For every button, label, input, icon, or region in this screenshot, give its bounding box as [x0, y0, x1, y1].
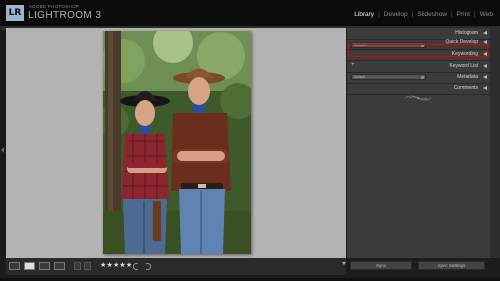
loupe-view[interactable] — [6, 28, 346, 258]
add-keyword-icon[interactable]: + — [351, 62, 355, 68]
compare-view-icon[interactable] — [39, 262, 50, 270]
star-rating[interactable]: ★★★★★ — [100, 261, 132, 269]
panel-end-ornament-icon — [404, 95, 432, 101]
rotate-left-icon[interactable] — [131, 262, 140, 271]
module-slideshow[interactable]: Slideshow — [416, 11, 448, 18]
panel-keyword-list-label: Keyword List — [449, 63, 478, 69]
module-separator: | — [378, 11, 380, 18]
module-develop[interactable]: Develop — [383, 11, 409, 18]
panel-keywording[interactable]: Keywording — [347, 49, 490, 60]
sync-settings-button[interactable]: Sync Settings — [418, 261, 485, 270]
panel-keywording-label: Keywording — [451, 51, 478, 57]
collapse-triangle-icon — [483, 64, 487, 68]
app-subtitle: ADOBE PHOTOSHOP — [29, 4, 80, 9]
module-separator: | — [474, 11, 476, 18]
collapse-triangle-icon — [483, 31, 487, 35]
toolbar-content-dropdown-icon[interactable] — [342, 262, 346, 265]
module-print[interactable]: Print — [456, 11, 471, 18]
left-panel-toggle-icon[interactable] — [1, 147, 4, 153]
sync-button[interactable]: Sync — [350, 261, 412, 270]
photo-image — [103, 31, 251, 254]
panel-comments-label: Comments — [453, 85, 478, 91]
survey-view-icon[interactable] — [54, 262, 65, 270]
grid-view-icon[interactable] — [9, 262, 20, 270]
reject-flag-icon[interactable] — [84, 262, 91, 270]
right-panel-scrollbar[interactable] — [490, 28, 500, 258]
top-header: LR ADOBE PHOTOSHOP LIGHTROOM 3 Library |… — [0, 0, 500, 26]
app-title: LIGHTROOM 3 — [28, 10, 102, 21]
view-toolbar: ★★★★★ — [6, 258, 346, 275]
panel-comments[interactable]: Comments — [347, 83, 490, 94]
loupe-view-icon[interactable] — [24, 262, 35, 270]
panel-metadata-label: Metadata — [457, 74, 478, 80]
panel-keyword-list[interactable]: + Keyword List — [347, 61, 490, 72]
sync-controls: Sync Sync Settings — [350, 261, 485, 272]
module-separator: | — [411, 11, 414, 18]
rotate-right-icon[interactable] — [144, 262, 153, 271]
module-separator: | — [450, 11, 453, 18]
collapse-triangle-icon — [483, 40, 487, 44]
collapse-triangle-icon — [483, 75, 487, 79]
collapse-triangle-icon — [483, 52, 487, 56]
panel-quick-develop[interactable]: Quick Develop — [347, 37, 490, 48]
flag-icon[interactable] — [74, 262, 81, 270]
panel-quick-develop-label: Quick Develop — [445, 39, 478, 45]
panel-histogram-label: Histogram — [455, 30, 478, 36]
module-web[interactable]: Web — [479, 11, 494, 18]
module-picker: Library | Develop | Slideshow | Print | … — [353, 11, 494, 18]
photo-preview[interactable] — [103, 31, 251, 254]
panel-metadata[interactable]: Metadata — [347, 72, 490, 83]
collapse-triangle-icon — [483, 86, 487, 90]
right-panel: Histogram Defaults Quick Develop Keyword… — [347, 28, 490, 258]
module-library[interactable]: Library — [353, 11, 375, 18]
lightroom-logo: LR — [6, 5, 24, 21]
